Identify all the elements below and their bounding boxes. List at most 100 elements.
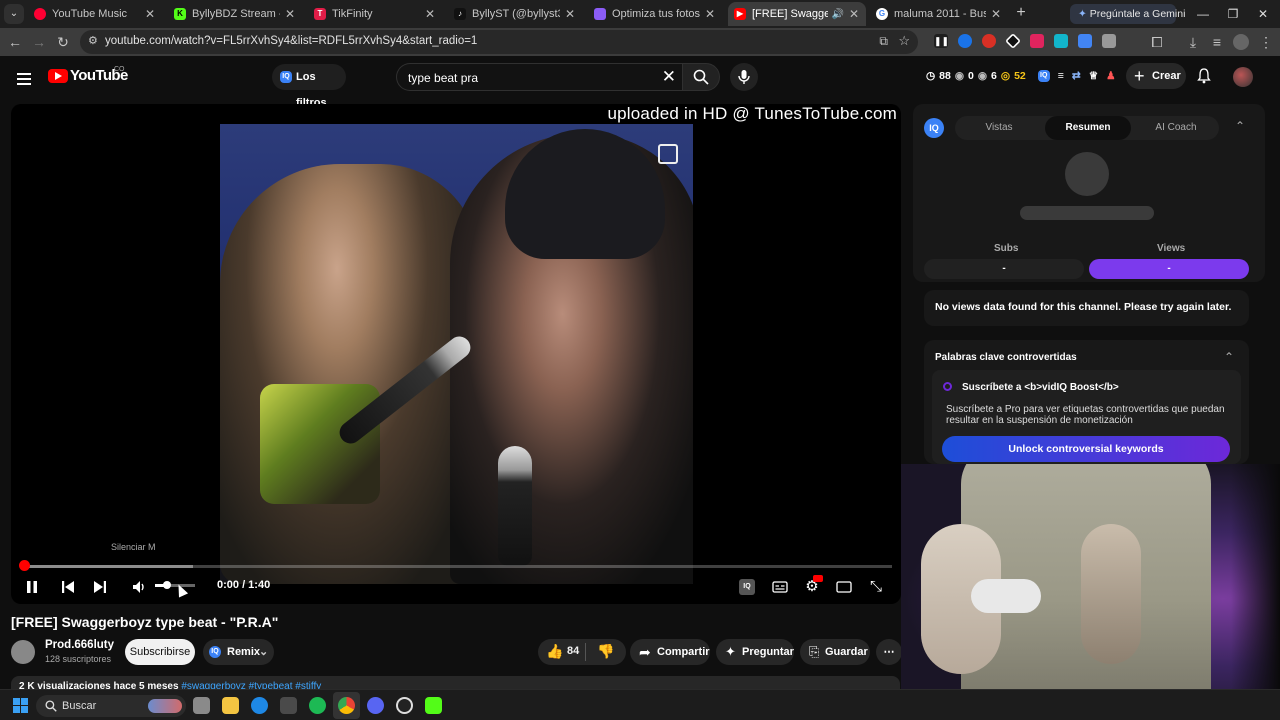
- notifications-bell-icon[interactable]: [1196, 68, 1212, 84]
- voice-search-button[interactable]: [730, 63, 758, 91]
- windows-start-icon[interactable]: [13, 698, 28, 713]
- clear-search-icon[interactable]: ✕: [662, 67, 676, 87]
- spotify-icon[interactable]: [309, 697, 326, 714]
- obs-icon[interactable]: [396, 697, 413, 714]
- taskbar-search[interactable]: Buscar: [36, 695, 186, 717]
- more-actions-button[interactable]: ⋯: [876, 639, 902, 665]
- collapse-chevron-icon[interactable]: ⌃: [1235, 119, 1245, 133]
- browser-menu-icon[interactable]: ⋮: [1256, 32, 1276, 52]
- hamburger-menu-icon[interactable]: [17, 70, 31, 88]
- video-player[interactable]: uploaded in HD @ TunesToTube.com Silenci…: [11, 104, 901, 604]
- media-control-icon[interactable]: ≡: [1207, 32, 1227, 52]
- remix-button[interactable]: IQ Remix ⌄: [203, 639, 274, 665]
- bookmark-star-icon[interactable]: ☆: [898, 33, 910, 49]
- views-value: -: [1089, 259, 1249, 279]
- channel-avatar[interactable]: [11, 640, 35, 664]
- share-button[interactable]: ➦ Compartir: [630, 639, 710, 665]
- download-icon[interactable]: ⤓: [1183, 32, 1203, 52]
- address-bar[interactable]: ⚙ youtube.com/watch?v=FL5rrXvhSy4&list=R…: [80, 30, 918, 54]
- mute-button[interactable]: [129, 577, 151, 597]
- site-info-icon[interactable]: ⚙: [88, 34, 98, 47]
- search-button[interactable]: [682, 63, 720, 91]
- close-tab-icon[interactable]: ✕: [564, 7, 576, 21]
- vidiq-icon[interactable]: IQ: [1037, 70, 1050, 82]
- profile-avatar[interactable]: [1233, 34, 1249, 50]
- ask-button[interactable]: ✦ Preguntar: [716, 639, 794, 665]
- minimize-button[interactable]: —: [1193, 4, 1213, 24]
- tab-ai-coach[interactable]: AI Coach: [1133, 116, 1219, 140]
- unlock-keywords-button[interactable]: Unlock controversial keywords: [942, 436, 1230, 462]
- account-avatar[interactable]: [1233, 67, 1253, 87]
- subscribe-button[interactable]: Subscribirse: [125, 639, 195, 665]
- edge-browser-icon[interactable]: [251, 697, 268, 714]
- youtube-logo-icon[interactable]: [48, 69, 68, 83]
- extension-icon[interactable]: [1054, 34, 1068, 48]
- extension-icon[interactable]: [1005, 33, 1021, 49]
- alert-icon[interactable]: ♟: [1106, 70, 1115, 82]
- like-button[interactable]: 👍: [546, 643, 566, 661]
- tab-kick[interactable]: K ByllyBDZ Stream - Kick Da ✕: [168, 2, 302, 26]
- sparkle-icon: ✦: [725, 644, 736, 659]
- fullscreen-button[interactable]: ⤡: [866, 577, 886, 597]
- trophy-icon[interactable]: ♕: [1089, 70, 1098, 82]
- settings-button[interactable]: ⚙: [802, 575, 823, 597]
- extensions-puzzle-icon[interactable]: ⧠: [1147, 32, 1167, 52]
- store-icon[interactable]: [280, 697, 297, 714]
- install-app-icon[interactable]: ⧉: [879, 34, 888, 49]
- dislike-button[interactable]: 👎: [597, 643, 617, 661]
- discord-icon[interactable]: [367, 697, 384, 714]
- tab-tiktok[interactable]: ♪ ByllyST (@byllyst3) | TikTo ✕: [448, 2, 582, 26]
- close-tab-icon[interactable]: ✕: [144, 7, 156, 21]
- mute-tooltip: Silenciar M: [111, 542, 156, 552]
- task-view-icon[interactable]: [193, 697, 210, 714]
- gemini-button[interactable]: ✦ Pregúntale a Gemini: [1070, 4, 1185, 24]
- save-button[interactable]: ⎘ Guardar: [800, 639, 870, 665]
- tab-google-search[interactable]: G maluma 2011 - Buscar co ✕: [870, 2, 1008, 26]
- maximize-button[interactable]: ❐: [1223, 4, 1243, 24]
- close-window-button[interactable]: ✕: [1253, 4, 1273, 24]
- kick-app-icon[interactable]: [425, 697, 442, 714]
- extension-icon[interactable]: [1030, 34, 1044, 48]
- collapse-chevron-icon[interactable]: ⌃: [1224, 350, 1234, 364]
- progress-bar[interactable]: [20, 565, 892, 568]
- chrome-icon[interactable]: [338, 697, 355, 714]
- extension-icon[interactable]: [982, 34, 996, 48]
- close-tab-icon[interactable]: ✕: [424, 7, 436, 21]
- vidiq-player-icon[interactable]: IQ: [739, 579, 755, 595]
- close-tab-icon[interactable]: ✕: [284, 7, 296, 21]
- next-button[interactable]: [91, 577, 109, 597]
- back-icon[interactable]: ←: [5, 32, 25, 52]
- subtitles-button[interactable]: [770, 577, 790, 597]
- theater-mode-button[interactable]: [834, 577, 854, 597]
- extension-icon[interactable]: [958, 34, 972, 48]
- volume-knob[interactable]: [163, 581, 171, 589]
- forward-icon[interactable]: →: [29, 32, 49, 52]
- tab-search-button[interactable]: ⌄: [4, 4, 24, 24]
- tab-tikfinity[interactable]: T TikFinity ✕: [308, 2, 442, 26]
- pause-button[interactable]: [23, 577, 41, 597]
- tab-resumen[interactable]: Resumen: [1045, 116, 1131, 140]
- extension-icon[interactable]: ❚❚: [934, 34, 949, 48]
- new-tab-button[interactable]: +: [1012, 5, 1030, 23]
- extension-icon[interactable]: [1078, 34, 1092, 48]
- close-tab-icon[interactable]: ✕: [848, 7, 860, 21]
- list-icon[interactable]: ≡: [1058, 70, 1064, 82]
- tab-youtube-active[interactable]: ▶ [FREE] Swaggerboyz ty 🔊 ✕: [728, 2, 866, 26]
- tab-optimiza[interactable]: Optimiza tus fotos con un ✕: [588, 2, 722, 26]
- previous-button[interactable]: [59, 577, 77, 597]
- reload-icon[interactable]: ↻: [53, 32, 73, 52]
- tab-audio-icon[interactable]: 🔊: [832, 9, 844, 20]
- close-tab-icon[interactable]: ✕: [704, 7, 716, 21]
- channel-name[interactable]: Prod.666luty: [45, 639, 114, 651]
- compare-icon[interactable]: ⇄: [1072, 70, 1081, 82]
- search-input[interactable]: type beat pra ✕: [396, 63, 682, 91]
- tab-vistas[interactable]: Vistas: [955, 116, 1043, 140]
- filters-button[interactable]: IQ Los filtros: [272, 64, 346, 109]
- create-button[interactable]: + Crear: [1126, 63, 1186, 89]
- divider: [585, 643, 586, 661]
- close-tab-icon[interactable]: ✕: [990, 7, 1002, 21]
- tab-youtube-music[interactable]: YouTube Music ✕: [28, 2, 162, 26]
- extension-icon[interactable]: [1102, 34, 1116, 48]
- file-explorer-icon[interactable]: [222, 697, 239, 714]
- progress-scrubber[interactable]: [19, 560, 30, 571]
